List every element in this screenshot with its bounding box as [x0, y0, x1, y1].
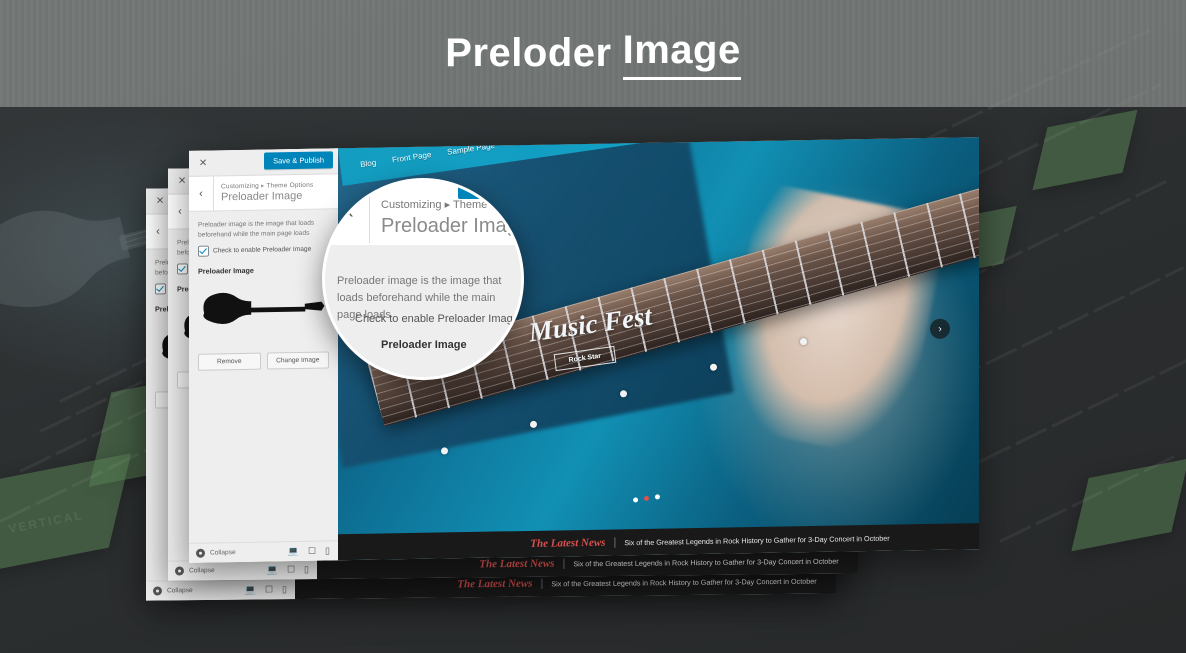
guitar-silhouette-icon	[202, 292, 324, 324]
magnified-checkbox-label: Check to enable Preloader Image	[355, 313, 519, 325]
mobile-icon[interactable]: ▯	[282, 584, 287, 594]
fret-inlay	[440, 447, 448, 455]
collapse-bar: Collapse 💻 ☐ ▯	[189, 540, 338, 563]
change-image-button[interactable]: Change Image	[266, 351, 329, 370]
panel-description: Preloader image is the image that loads …	[198, 219, 315, 239]
magnified-section-label: Preloader Image	[381, 339, 467, 351]
collapse-label[interactable]: Collapse	[189, 567, 215, 574]
enable-preloader-label: Check to enable Preloader Image	[213, 245, 312, 255]
news-separator: |	[613, 536, 617, 549]
news-label: The Latest News	[530, 536, 606, 550]
preloader-image-preview	[189, 279, 338, 344]
enable-preloader-checkbox[interactable]	[155, 283, 166, 295]
enable-preloader-checkbox-row[interactable]: Check to enable Preloader Image	[189, 244, 338, 267]
image-control-buttons: Remove Change Image	[189, 341, 338, 371]
background-green-block	[1071, 458, 1186, 552]
close-icon[interactable]: ×	[153, 192, 167, 207]
nav-item-front-page[interactable]: Front Page	[391, 150, 431, 165]
collapse-label[interactable]: Collapse	[210, 549, 236, 556]
magnified-breadcrumb-section[interactable]: Theme Options	[453, 199, 521, 211]
customizer-breadcrumb-row: ‹ Customizing ▸ Theme Options Preloader …	[189, 174, 338, 212]
save-publish-button[interactable]: Save & Publish	[264, 151, 333, 170]
magnified-breadcrumb-root[interactable]: Customizing	[381, 199, 442, 211]
tablet-icon[interactable]: ☐	[308, 546, 316, 556]
magnifier-lens: Save ‹ Customizing ▸ Theme Options Prelo…	[322, 178, 524, 380]
news-text[interactable]: Six of the Greatest Legends in Rock Hist…	[551, 576, 816, 588]
remove-image-button[interactable]: Remove	[198, 352, 261, 371]
news-separator: |	[562, 557, 566, 570]
magnified-breadcrumb-separator-icon: ▸	[444, 199, 451, 211]
background-text-line	[949, 266, 1185, 383]
collapse-bar: Collapse 💻 ☐ ▯	[146, 579, 295, 601]
desktop-icon[interactable]: 💻	[267, 564, 278, 574]
tablet-icon[interactable]: ☐	[287, 564, 295, 574]
page-title: Preloder Image	[0, 0, 1186, 107]
collapse-icon[interactable]	[175, 566, 184, 576]
carousel-next-icon[interactable]: ›	[929, 317, 952, 341]
breadcrumb-root[interactable]: Customizing	[221, 183, 259, 191]
close-icon[interactable]: ×	[196, 155, 210, 170]
news-text[interactable]: Six of the Greatest Legends in Rock Hist…	[573, 556, 838, 568]
breadcrumb-section[interactable]: Theme Options	[266, 182, 313, 190]
collapse-icon[interactable]	[196, 548, 205, 558]
collapse-icon[interactable]	[153, 586, 162, 596]
mobile-icon[interactable]: ▯	[304, 564, 309, 574]
page-title-main: Preloder	[445, 31, 612, 75]
magnified-breadcrumb: Customizing ▸ Theme Options	[381, 198, 521, 211]
background-text-line	[979, 359, 1186, 463]
news-separator: |	[540, 577, 544, 590]
screenshot-stage: VERTICAL Preloder Image × Save & Publish…	[0, 0, 1186, 653]
tablet-icon[interactable]: ☐	[265, 584, 273, 594]
magnified-save-button[interactable]: Save	[457, 181, 507, 199]
close-icon[interactable]: ×	[175, 172, 189, 187]
desktop-icon[interactable]: 💻	[288, 546, 299, 556]
carousel-dot-active[interactable]	[643, 496, 650, 502]
customizer-window-front: × Save & Publish ‹ Customizing ▸ Theme O…	[189, 137, 979, 563]
magnifier-divider	[369, 189, 370, 243]
page-title-underlined: Image	[622, 28, 741, 80]
desktop-icon[interactable]: 💻	[245, 584, 256, 594]
collapse-label[interactable]: Collapse	[167, 587, 193, 594]
news-label: The Latest News	[457, 577, 533, 591]
breadcrumb-separator-icon: ▸	[260, 182, 265, 190]
panel-title: Preloader Image	[221, 189, 303, 204]
carousel-dots	[632, 494, 661, 504]
back-arrow-icon[interactable]: ‹	[189, 176, 214, 211]
customizer-sidebar-active: × Save & Publish ‹ Customizing ▸ Theme O…	[189, 148, 339, 563]
magnified-panel-title: Preloader Image	[381, 215, 524, 237]
carousel-dot[interactable]	[632, 497, 639, 504]
magnified-back-arrow-icon[interactable]: ‹	[347, 201, 354, 224]
news-text[interactable]: Six of the Greatest Legends in Rock Hist…	[624, 533, 889, 547]
news-label: The Latest News	[479, 557, 555, 571]
nav-item-blog[interactable]: Blog	[360, 158, 377, 169]
mobile-icon[interactable]: ▯	[325, 545, 330, 555]
enable-preloader-checkbox[interactable]	[198, 245, 209, 257]
carousel-dot[interactable]	[654, 494, 661, 501]
customizer-topbar: × Save & Publish	[189, 148, 338, 177]
enable-preloader-checkbox[interactable]	[177, 263, 188, 275]
fret-inlay	[799, 337, 807, 345]
